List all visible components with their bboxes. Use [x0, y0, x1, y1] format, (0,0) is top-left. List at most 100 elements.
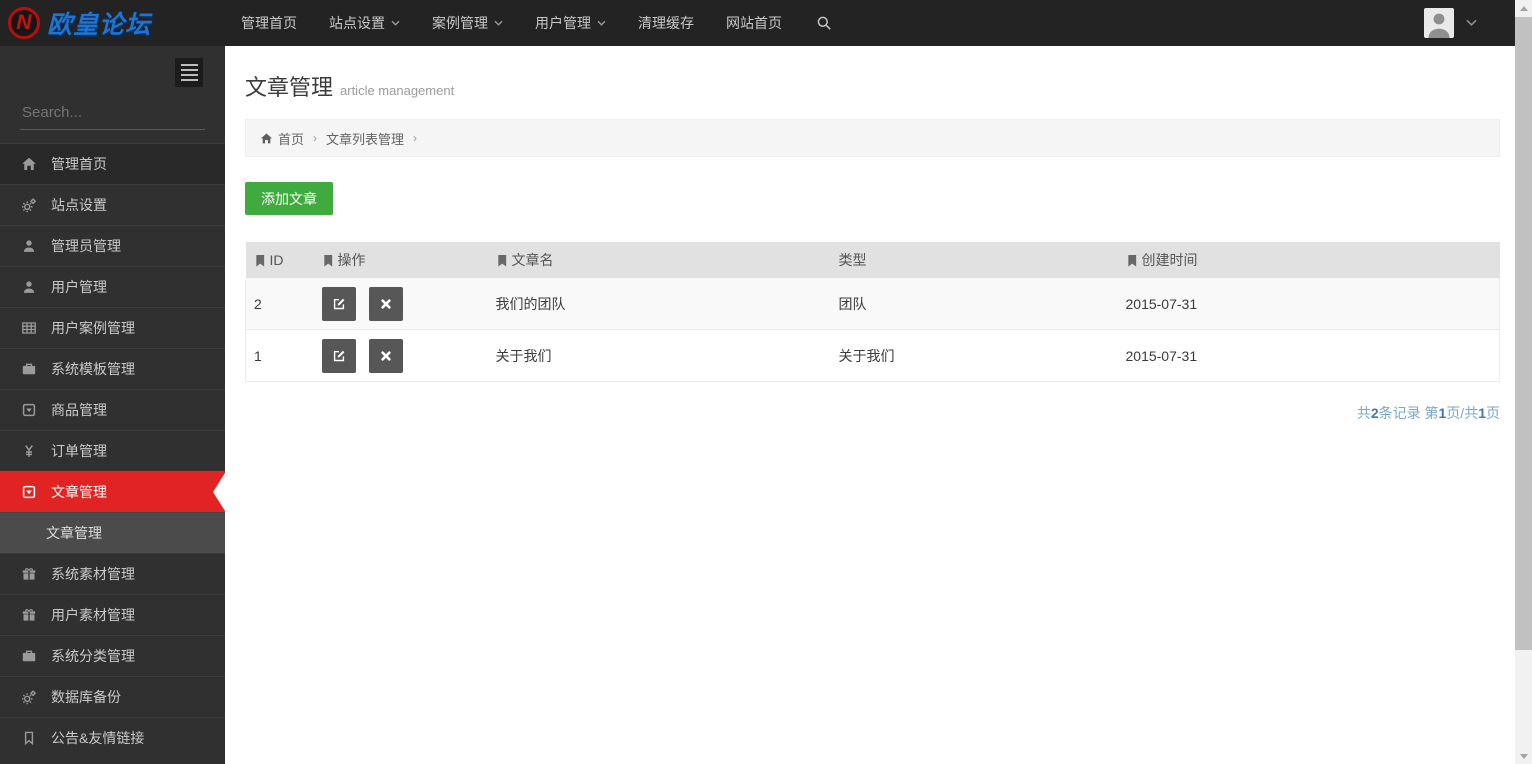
- breadcrumb-current[interactable]: 文章列表管理: [326, 129, 404, 148]
- top-navbar: N 欧皇论坛 管理首页 站点设置 案例管理 用户管理 清理缓存 网站首页: [0, 0, 1515, 46]
- user-icon: [20, 238, 38, 254]
- table-row: 1 关于我们 关于我们 2015-: [246, 330, 1500, 382]
- sidebar-item-admin-management[interactable]: 管理员管理: [0, 225, 225, 266]
- cell-actions: [314, 278, 488, 330]
- breadcrumb-home[interactable]: 首页: [260, 129, 304, 148]
- sidebar-item-order-management[interactable]: 订单管理: [0, 430, 225, 471]
- nav-item-label: 站点设置: [329, 13, 385, 33]
- edit-icon: [331, 296, 347, 312]
- home-icon: [20, 156, 38, 172]
- cell-article-name: 关于我们: [488, 330, 831, 382]
- yen-icon: [20, 443, 38, 459]
- briefcase-icon: [20, 648, 38, 664]
- sidebar-toggle-button[interactable]: [175, 58, 203, 87]
- column-header-id: ID: [246, 242, 314, 278]
- column-header-actions: 操作: [314, 242, 488, 278]
- sidebar-item-system-template-management[interactable]: 系统模板管理: [0, 348, 225, 389]
- brand-name: 欧皇论坛: [47, 5, 151, 41]
- sidebar-item-site-settings[interactable]: 站点设置: [0, 184, 225, 225]
- cell-actions: [314, 330, 488, 382]
- person-icon: [1424, 8, 1454, 38]
- tag-square-icon: [20, 402, 38, 418]
- bookmark-icon: [496, 254, 508, 267]
- sidebar-item-label: 用户管理: [51, 277, 107, 297]
- nav-item-user-management[interactable]: 用户管理: [519, 0, 622, 46]
- nav-item-label: 管理首页: [241, 13, 297, 33]
- sidebar-item-label: 站点设置: [51, 195, 107, 215]
- brand-logo[interactable]: N 欧皇论坛: [0, 0, 225, 46]
- bookmark-icon: [20, 730, 38, 746]
- delete-button[interactable]: [369, 287, 403, 321]
- nav-item-admin-home[interactable]: 管理首页: [225, 0, 313, 46]
- gift-icon: [20, 566, 38, 582]
- nav-search-button[interactable]: [798, 0, 850, 46]
- nav-item-site-home[interactable]: 网站首页: [710, 0, 798, 46]
- scrollbar-down-arrow[interactable]: [1515, 748, 1532, 764]
- nav-item-clear-cache[interactable]: 清理缓存: [622, 0, 710, 46]
- vertical-scrollbar[interactable]: [1515, 0, 1532, 764]
- nav-item-label: 清理缓存: [638, 13, 694, 33]
- sidebar-item-label: 公告&友情链接: [51, 728, 144, 748]
- breadcrumb-separator: ›: [313, 131, 317, 145]
- sidebar-item-label: 商品管理: [51, 400, 107, 420]
- delete-button[interactable]: [369, 339, 403, 373]
- chevron-down-icon: [597, 20, 606, 27]
- sidebar-item-announcement-links[interactable]: 公告&友情链接: [0, 717, 225, 758]
- breadcrumb-separator: ›: [413, 131, 417, 145]
- chevron-down-icon[interactable]: [1466, 19, 1477, 27]
- article-icon: [20, 484, 38, 500]
- bookmark-icon: [1126, 254, 1138, 267]
- nav-item-label: 网站首页: [726, 13, 782, 33]
- nav-item-site-settings[interactable]: 站点设置: [313, 0, 416, 46]
- sidebar-item-label: 系统模板管理: [51, 359, 135, 379]
- main-content: 文章管理 article management 首页 › 文章列表管理 › 添加…: [225, 46, 1515, 764]
- sidebar-item-user-material-management[interactable]: 用户素材管理: [0, 594, 225, 635]
- cell-created: 2015-07-31: [1118, 278, 1500, 330]
- sidebar-item-article-management[interactable]: 文章管理: [0, 471, 225, 512]
- sidebar-item-product-management[interactable]: 商品管理: [0, 389, 225, 430]
- page-head: 文章管理 article management: [245, 70, 1500, 102]
- sidebar-item-user-case-management[interactable]: 用户案例管理: [0, 307, 225, 348]
- close-icon: [379, 297, 393, 311]
- sidebar-item-label: 管理员管理: [51, 236, 121, 256]
- sidebar-item-label: 文章管理: [46, 523, 102, 543]
- user-icon: [20, 279, 38, 295]
- table-icon: [20, 320, 38, 336]
- breadcrumb-home-label: 首页: [278, 129, 304, 148]
- scrollbar-up-arrow[interactable]: [1515, 0, 1532, 16]
- bookmark-icon: [254, 254, 266, 267]
- sidebar-item-admin-home[interactable]: 管理首页: [0, 143, 225, 184]
- gears-icon: [20, 689, 38, 705]
- table-header-row: ID 操作 文章名 类型 创建时间: [246, 242, 1500, 278]
- articles-table: ID 操作 文章名 类型 创建时间 2: [245, 242, 1500, 382]
- close-icon: [379, 349, 393, 363]
- gears-icon: [20, 197, 38, 213]
- sidebar-item-label: 订单管理: [51, 441, 107, 461]
- scrollbar-thumb[interactable]: [1515, 17, 1532, 650]
- bookmark-icon: [322, 254, 334, 267]
- brand-logo-icon: N: [8, 7, 40, 39]
- sidebar-subitem-article-management[interactable]: 文章管理: [0, 512, 225, 553]
- chevron-down-icon: [391, 20, 400, 27]
- cell-created: 2015-07-31: [1118, 330, 1500, 382]
- sidebar-item-label: 管理首页: [51, 154, 107, 174]
- nav-item-label: 案例管理: [432, 13, 488, 33]
- page-subtitle: article management: [340, 83, 454, 98]
- sidebar-search-input[interactable]: [20, 103, 223, 122]
- cell-id: 2: [246, 278, 314, 330]
- sidebar-item-database-backup[interactable]: 数据库备份: [0, 676, 225, 717]
- table-row: 2 我们的团队 团队 2015-0: [246, 278, 1500, 330]
- add-article-button[interactable]: 添加文章: [245, 182, 333, 215]
- sidebar-item-user-management[interactable]: 用户管理: [0, 266, 225, 307]
- sidebar-item-system-material-management[interactable]: 系统素材管理: [0, 553, 225, 594]
- total-pages: 1: [1478, 405, 1486, 421]
- sidebar-menu: 管理首页 站点设置 管理员管理 用户管理: [0, 143, 225, 758]
- edit-button[interactable]: [322, 339, 356, 373]
- edit-button[interactable]: [322, 287, 356, 321]
- record-count: 2: [1371, 405, 1379, 421]
- avatar[interactable]: [1424, 8, 1454, 38]
- nav-item-label: 用户管理: [535, 13, 591, 33]
- sidebar-item-system-category-management[interactable]: 系统分类管理: [0, 635, 225, 676]
- nav-item-case-management[interactable]: 案例管理: [416, 0, 519, 46]
- breadcrumb: 首页 › 文章列表管理 ›: [245, 119, 1500, 157]
